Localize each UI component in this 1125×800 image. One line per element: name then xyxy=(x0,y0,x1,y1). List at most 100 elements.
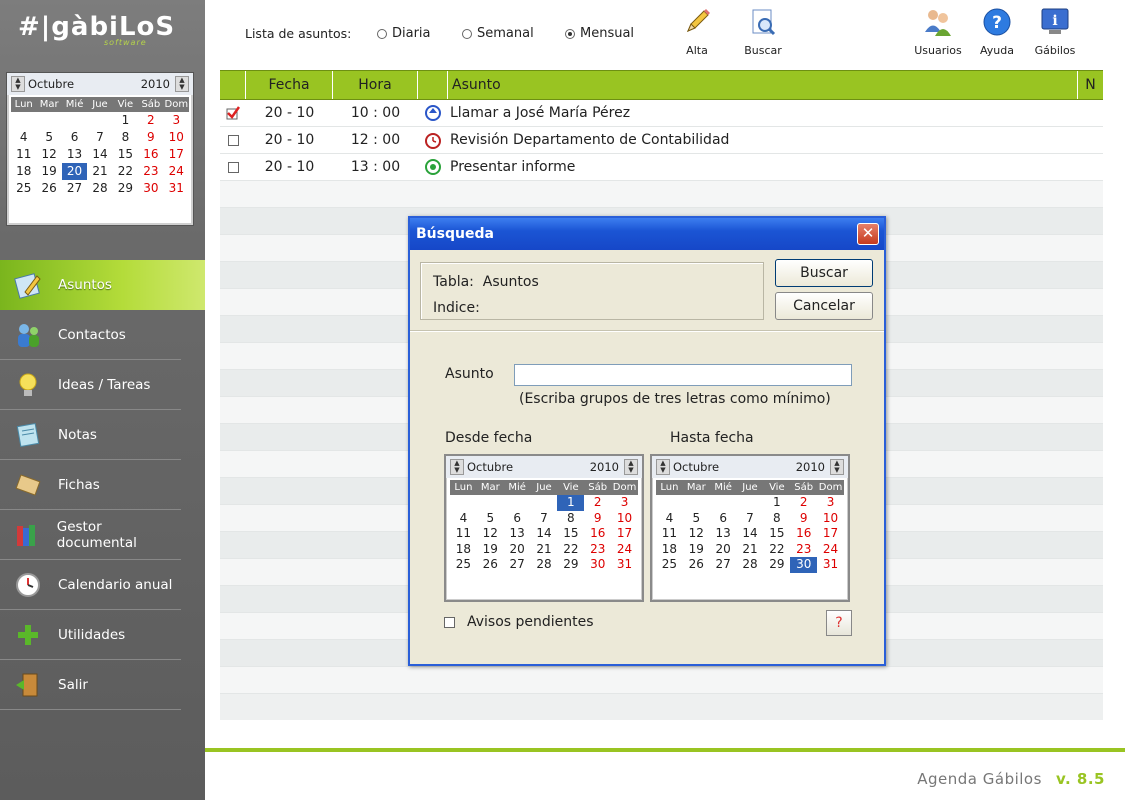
calendar-day[interactable]: 11 xyxy=(11,146,36,163)
calendar-day[interactable]: 18 xyxy=(656,542,683,558)
calendar-day[interactable]: 8 xyxy=(557,511,584,527)
calendar-day[interactable]: 23 xyxy=(138,163,163,180)
buscar-button[interactable]: Buscar xyxy=(737,6,789,57)
calendar-day[interactable]: 5 xyxy=(477,511,504,527)
calendar-day[interactable]: 27 xyxy=(62,180,87,197)
calendar-day[interactable]: 12 xyxy=(477,526,504,542)
calendar-day[interactable]: 31 xyxy=(611,557,638,573)
calendar-day[interactable]: 24 xyxy=(817,542,844,558)
calendar-day[interactable]: 16 xyxy=(138,146,163,163)
year-spinner[interactable]: ▲ ▼ xyxy=(175,76,189,92)
calendar-day[interactable]: 5 xyxy=(683,511,710,527)
calendar-day[interactable]: 29 xyxy=(763,557,790,573)
calendar-day[interactable]: 27 xyxy=(504,557,531,573)
checkbox-box[interactable] xyxy=(444,616,455,628)
calendar-day[interactable]: 4 xyxy=(656,511,683,527)
calendar-day[interactable]: 9 xyxy=(790,511,817,527)
calendar-day[interactable]: 20 xyxy=(61,163,88,180)
nav-item-utilidades[interactable]: Utilidades xyxy=(0,610,181,660)
asunto-input[interactable] xyxy=(514,364,852,386)
calendar-day[interactable]: 23 xyxy=(584,542,611,558)
calendar-day[interactable]: 21 xyxy=(87,163,112,180)
calendar-day[interactable]: 6 xyxy=(710,511,737,527)
header-n[interactable]: N xyxy=(1078,71,1103,99)
avisos-checkbox[interactable]: Avisos pendientes xyxy=(444,614,594,630)
row-checkbox[interactable] xyxy=(220,134,246,146)
calendar-day[interactable]: 26 xyxy=(683,557,710,573)
dialog-buscar-button[interactable]: Buscar xyxy=(775,259,873,287)
calendar-day[interactable]: 15 xyxy=(763,526,790,542)
calendar-day[interactable]: 2 xyxy=(138,112,163,129)
calendar-day[interactable]: 4 xyxy=(450,511,477,527)
calendar-day[interactable]: 16 xyxy=(790,526,817,542)
calendar-day[interactable]: 13 xyxy=(504,526,531,542)
nav-item-salir[interactable]: Salir xyxy=(0,660,181,710)
calendar-day[interactable]: 9 xyxy=(584,511,611,527)
calendar-day[interactable]: 22 xyxy=(113,163,138,180)
calendar-day[interactable]: 14 xyxy=(531,526,558,542)
table-row[interactable]: 20 - 10 10 : 00 Llamar a José María Pérez xyxy=(220,100,1103,127)
nav-item-calendario-anual[interactable]: Calendario anual xyxy=(0,560,181,610)
calendar-day[interactable]: 25 xyxy=(450,557,477,573)
calendar-day[interactable]: 10 xyxy=(164,129,189,146)
nav-item-notas[interactable]: Notas xyxy=(0,410,181,460)
calendar-day[interactable]: 26 xyxy=(477,557,504,573)
calendar-day[interactable]: 31 xyxy=(817,557,844,573)
calendar-day[interactable]: 8 xyxy=(763,511,790,527)
calendar-day[interactable]: 14 xyxy=(737,526,764,542)
calendar-day[interactable]: 29 xyxy=(113,180,138,197)
calendar-day[interactable]: 17 xyxy=(817,526,844,542)
nav-item-contactos[interactable]: Contactos xyxy=(0,310,181,360)
calendar-day[interactable]: 6 xyxy=(504,511,531,527)
calendar-day[interactable]: 31 xyxy=(164,180,189,197)
nav-item-ideas-tareas[interactable]: Ideas / Tareas xyxy=(0,360,181,410)
calendar-day[interactable]: 9 xyxy=(138,129,163,146)
calendar-day[interactable]: 1 xyxy=(557,495,585,511)
calendar-day[interactable]: 1 xyxy=(763,495,790,511)
calendar-day[interactable]: 11 xyxy=(656,526,683,542)
calendar-day[interactable]: 3 xyxy=(611,495,638,511)
alta-button[interactable]: Alta xyxy=(671,6,723,57)
calendar-day[interactable]: 17 xyxy=(611,526,638,542)
calendar-day[interactable]: 22 xyxy=(557,542,584,558)
desde-calendar[interactable]: ▲ ▼ Octubre 2010 ▲ ▼ Lun Mar Mié Jue Vie Sáb Dom 1 2 3 4… xyxy=(444,454,644,602)
header-fecha[interactable]: Fecha xyxy=(246,71,333,99)
hasta-calendar[interactable]: ▲ ▼ Octubre 2010 ▲ ▼ Lun Mar Mié Jue Vie Sáb Dom 1 2 3 4… xyxy=(650,454,850,602)
calendar-day[interactable]: 4 xyxy=(11,129,36,146)
gabilos-button[interactable]: i Gábilos xyxy=(1029,6,1081,57)
calendar-day[interactable]: 1 xyxy=(113,112,138,129)
dialog-cancelar-button[interactable]: Cancelar xyxy=(775,292,873,320)
calendar-day[interactable]: 19 xyxy=(36,163,61,180)
table-row[interactable]: 20 - 10 12 : 00 Revisión Departamento de C… xyxy=(220,127,1103,154)
help-button[interactable]: ? xyxy=(826,610,852,636)
calendar-day[interactable]: 5 xyxy=(36,129,61,146)
calendar-day[interactable]: 6 xyxy=(62,129,87,146)
calendar-day[interactable]: 7 xyxy=(531,511,558,527)
year-spinner[interactable]: ▲ ▼ xyxy=(624,459,638,475)
calendar-day[interactable]: 19 xyxy=(477,542,504,558)
calendar-day[interactable]: 17 xyxy=(164,146,189,163)
radio-mensual[interactable]: Mensual xyxy=(565,26,634,41)
calendar-day[interactable]: 3 xyxy=(164,112,189,129)
calendar-day[interactable]: 7 xyxy=(737,511,764,527)
calendar-day[interactable]: 25 xyxy=(11,180,36,197)
calendar-day[interactable]: 15 xyxy=(113,146,138,163)
calendar-day[interactable]: 22 xyxy=(763,542,790,558)
calendar-days[interactable]: 1 2 3 4 5 6 7 8 9 10 11 12 13 14 15 16 17 18 19 20 21 22 23 24 2… xyxy=(450,495,638,573)
calendar-day[interactable]: 12 xyxy=(36,146,61,163)
calendar-day[interactable]: 8 xyxy=(113,129,138,146)
calendar-days[interactable]: 1 2 3 4 5 6 7 8 9 10 11 12 13 14 15 16 17 18 19 20 21 22 23 24 2… xyxy=(11,112,189,197)
calendar-day[interactable]: 21 xyxy=(531,542,558,558)
calendar-day[interactable]: 13 xyxy=(710,526,737,542)
calendar-day[interactable]: 12 xyxy=(683,526,710,542)
calendar-day[interactable]: 25 xyxy=(656,557,683,573)
calendar-day[interactable]: 3 xyxy=(817,495,844,511)
calendar-day[interactable]: 28 xyxy=(531,557,558,573)
ayuda-button[interactable]: ? Ayuda xyxy=(971,6,1023,57)
radio-diaria[interactable]: Diaria xyxy=(377,26,431,41)
dialog-title-bar[interactable]: Búsqueda ✕ xyxy=(410,218,884,250)
calendar-day[interactable]: 27 xyxy=(710,557,737,573)
calendar-day[interactable]: 30 xyxy=(790,557,818,573)
calendar-day[interactable]: 15 xyxy=(557,526,584,542)
close-icon[interactable]: ✕ xyxy=(857,223,879,245)
